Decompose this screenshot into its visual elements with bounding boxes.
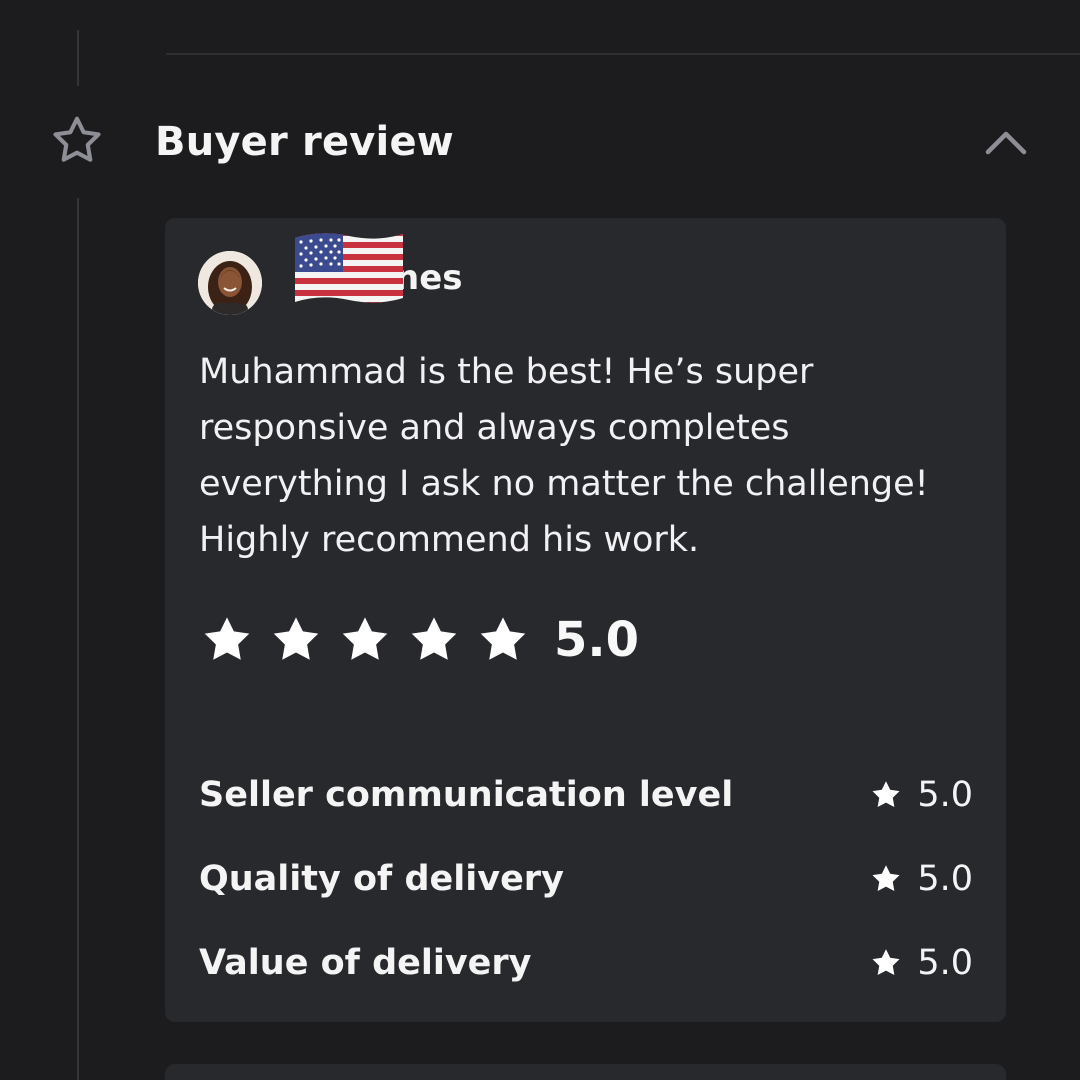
- section-title: Buyer review: [155, 119, 454, 165]
- star-filled-icon: [204, 617, 250, 660]
- timeline-line: [77, 198, 79, 1080]
- star-outline-icon: [53, 116, 101, 162]
- rating-row-value: Value of delivery 5.0: [199, 939, 973, 987]
- avatar-image: [198, 251, 262, 315]
- rating-value: 5.0: [869, 943, 973, 983]
- rating-number: 5.0: [917, 859, 973, 899]
- review-card: nes Muhammad is the best! He’s super res…: [165, 218, 1006, 1022]
- star-filled-icon: [872, 865, 900, 892]
- us-flag-icon: [295, 233, 403, 303]
- review-text: Muhammad is the best! He’s super respons…: [199, 352, 929, 560]
- rating-row-communication: Seller communication level 5.0: [199, 771, 973, 819]
- star-rating: 5.0: [199, 610, 639, 670]
- star-filled-icon: [480, 617, 526, 660]
- star-filled-icon: [872, 949, 900, 976]
- rating-row-quality: Quality of delivery 5.0: [199, 855, 973, 903]
- star-filled-icon: [273, 617, 319, 660]
- star-filled-icon: [342, 617, 388, 660]
- rating-number: 5.0: [917, 775, 973, 815]
- timeline-line: [77, 30, 79, 86]
- section-divider: [166, 53, 1080, 55]
- rating-value: 5.0: [869, 775, 973, 815]
- rating-value: 5.0: [869, 859, 973, 899]
- collapse-button[interactable]: [980, 122, 1032, 166]
- rating-label: Seller communication level: [199, 775, 734, 815]
- next-review-card: [165, 1064, 1006, 1080]
- star-filled-icon: [872, 781, 900, 808]
- rating-label: Quality of delivery: [199, 859, 564, 899]
- avatar[interactable]: [198, 251, 262, 315]
- rating-label: Value of delivery: [199, 943, 532, 983]
- star-filled-icon: [411, 617, 457, 660]
- chevron-up-icon: [985, 131, 1027, 155]
- rating-number: 5.0: [917, 943, 973, 983]
- overall-rating-value: 5.0: [554, 612, 640, 668]
